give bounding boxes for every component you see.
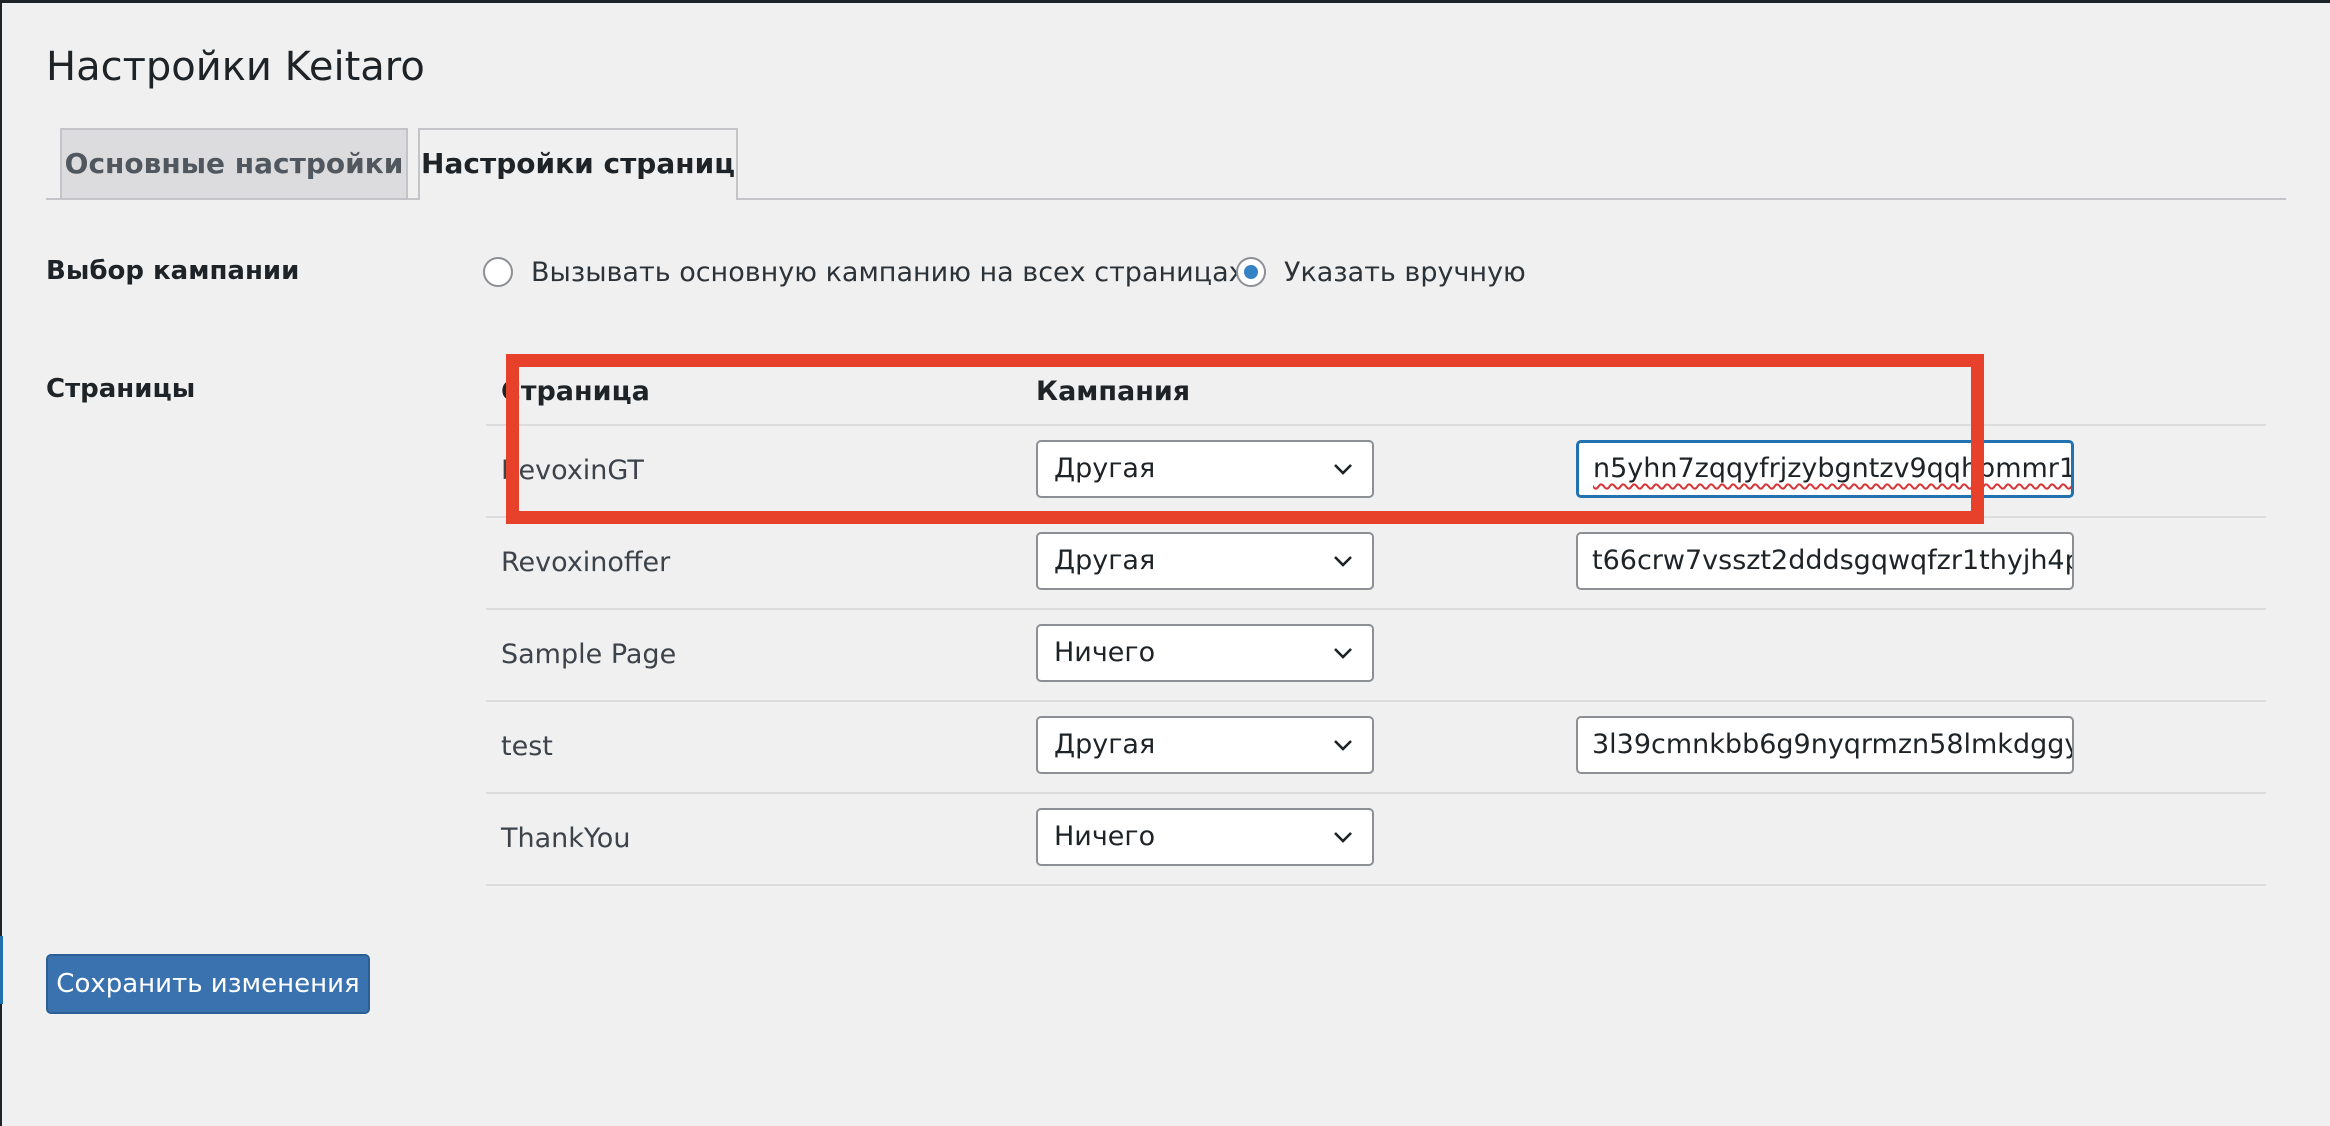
campaign-select-value: Ничего xyxy=(1054,821,1156,852)
chevron-down-icon xyxy=(1334,740,1352,751)
campaign-select[interactable]: Другая xyxy=(1036,716,1374,774)
table-row: Revoxinoffer Другая t66crw7vsszt2dddsgqw… xyxy=(486,516,2266,608)
tab-page-settings[interactable]: Настройки страниц xyxy=(418,128,738,200)
tab-main-settings[interactable]: Основные настройки xyxy=(60,128,408,198)
campaign-token-input[interactable]: 3l39cmnkbb6g9nyqrmzn58lmkdggy xyxy=(1576,716,2074,774)
chevron-down-icon xyxy=(1334,832,1352,843)
page-name: RevoxinGT xyxy=(501,455,644,486)
campaign-select-value: Другая xyxy=(1054,453,1156,484)
campaign-token-value: 3l39cmnkbb6g9nyqrmzn58lmkdggy xyxy=(1592,729,2074,760)
radio-all-pages-label: Вызывать основную кампанию на всех стран… xyxy=(531,256,1245,288)
admin-menu-edge xyxy=(0,936,3,1004)
campaign-token-input[interactable]: t66crw7vsszt2dddsgqwqfzr1thyjh4p xyxy=(1576,532,2074,590)
campaign-token-input[interactable]: n5yhn7zqqyfrjzybgntzv9qqhbmmr1j xyxy=(1576,440,2074,498)
radio-manual[interactable] xyxy=(1236,257,1266,287)
campaign-select-value: Другая xyxy=(1054,545,1156,576)
campaign-select[interactable]: Ничего xyxy=(1036,808,1374,866)
radio-option-manual[interactable]: Указать вручную xyxy=(1236,255,1526,289)
column-header-page: Страница xyxy=(501,376,650,407)
table-row: test Другая 3l39cmnkbb6g9nyqrmzn58lmkdgg… xyxy=(486,700,2266,792)
chevron-down-icon xyxy=(1334,648,1352,659)
campaign-select-value: Ничего xyxy=(1054,637,1156,668)
radio-manual-label: Указать вручную xyxy=(1284,256,1526,288)
campaign-choice-label: Выбор кампании xyxy=(46,256,300,286)
page-name: Revoxinoffer xyxy=(501,547,671,578)
table-row: Sample Page Ничего xyxy=(486,608,2266,700)
column-header-campaign: Кампания xyxy=(1036,376,1191,407)
page-title: Настройки Keitaro xyxy=(46,44,425,90)
radio-all-pages[interactable] xyxy=(483,257,513,287)
campaign-select[interactable]: Другая xyxy=(1036,532,1374,590)
page-name: Sample Page xyxy=(501,639,677,670)
save-changes-button[interactable]: Сохранить изменения xyxy=(46,954,370,1014)
pages-section-label: Страницы xyxy=(46,374,196,404)
chevron-down-icon xyxy=(1334,464,1352,475)
tab-bar: Основные настройки Настройки страниц xyxy=(46,128,2286,200)
chevron-down-icon xyxy=(1334,556,1352,567)
campaign-select-value: Другая xyxy=(1054,729,1156,760)
page-name: ThankYou xyxy=(501,823,631,854)
campaign-token-value: n5yhn7zqqyfrjzybgntzv9qqhbmmr1j xyxy=(1593,453,2074,484)
page-name: test xyxy=(501,731,553,762)
table-row: RevoxinGT Другая n5yhn7zqqyfrjzybgntzv9q… xyxy=(486,424,2266,516)
radio-option-all-pages[interactable]: Вызывать основную кампанию на всех стран… xyxy=(483,255,1245,289)
campaign-select[interactable]: Другая xyxy=(1036,440,1374,498)
campaign-token-value: t66crw7vsszt2dddsgqwqfzr1thyjh4p xyxy=(1592,545,2074,576)
campaign-select[interactable]: Ничего xyxy=(1036,624,1374,682)
table-row: ThankYou Ничего xyxy=(486,792,2266,886)
